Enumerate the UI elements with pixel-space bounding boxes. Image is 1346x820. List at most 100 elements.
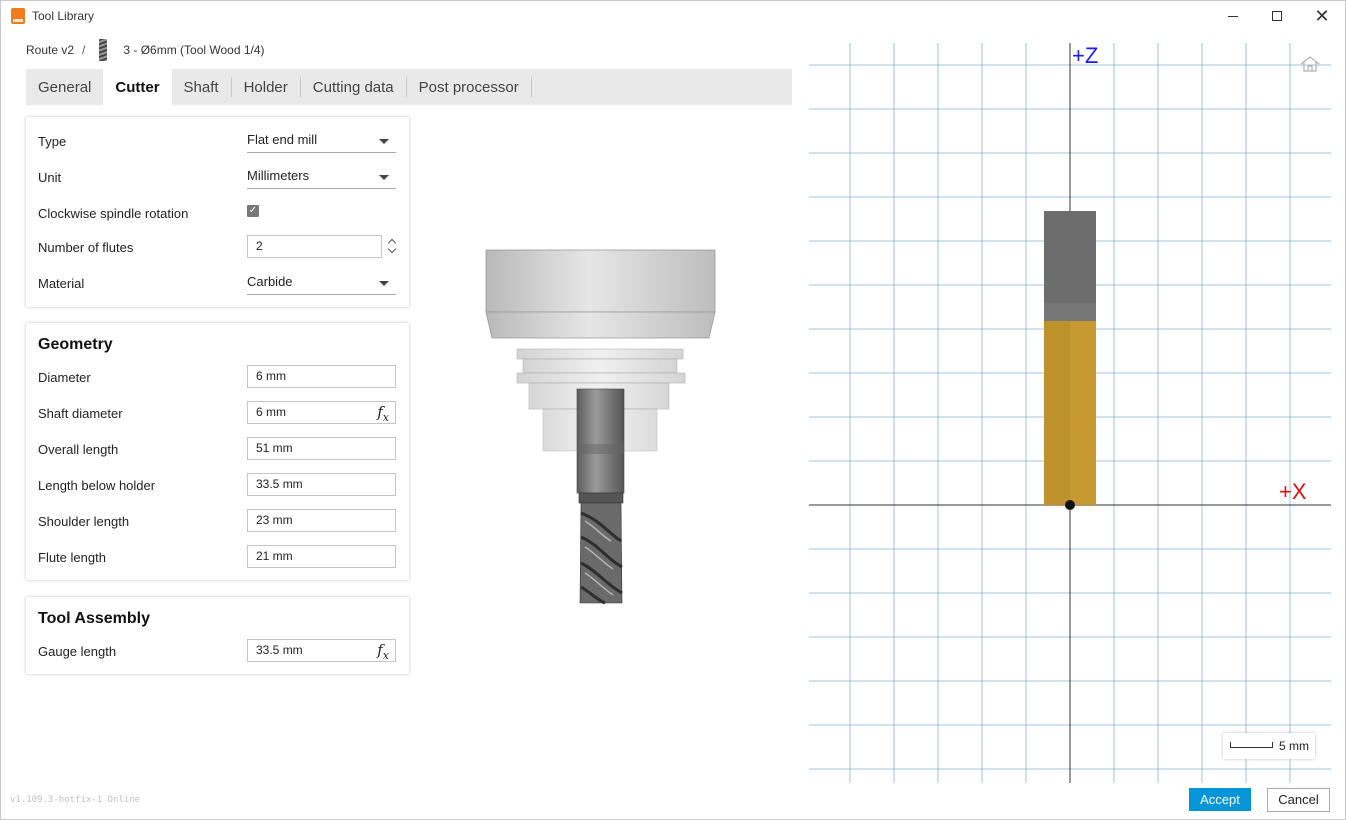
shaft-diameter-input[interactable]: 6 mm fx [247,401,396,424]
collet-ring-mid [522,358,678,374]
flutes-stepper[interactable] [387,235,398,259]
tool-shoulder [578,492,624,504]
breadcrumb: Route v2 / 3 - Ø6mm (Tool Wood 1/4) [26,39,265,61]
unit-label: Unit [38,170,62,185]
close-button[interactable]: ✕ [1299,1,1345,31]
scale-label: 5 mm [1279,739,1309,753]
flute-length-input[interactable]: 21 mm [247,545,396,568]
title-bar: Tool Library ✕ [1,1,1345,31]
tab-cutting-data[interactable]: Cutting data [301,69,406,105]
flutes-label: Number of flutes [38,240,134,255]
tab-general[interactable]: General [26,69,103,105]
breadcrumb-library[interactable]: Route v2 [26,43,74,57]
breadcrumb-separator: / [82,43,86,57]
gauge-length-input[interactable]: 33.5 mm fx [247,639,396,662]
tab-cutter[interactable]: Cutter [103,69,172,105]
clockwise-checkbox[interactable]: ✓ [247,205,259,217]
holder-body [485,249,716,313]
shoulder-length-input[interactable]: 23 mm [247,509,396,532]
minimize-icon [1228,15,1238,17]
flutes-row: Number of flutes 2 [26,235,409,259]
chevron-down-icon [379,281,389,286]
formula-x: x [382,411,389,424]
close-icon: ✕ [1314,5,1330,26]
tool-flute-shade [1044,321,1070,505]
tool-holder-render [485,249,716,605]
cutter-panel: Type Flat end mill Unit Millimeters Cloc… [26,117,409,307]
scale-indicator: 5 mm [1223,733,1315,759]
checkmark-icon: ✓ [248,205,258,216]
accept-button[interactable]: Accept [1189,788,1251,811]
length-below-holder-input[interactable]: 33.5 mm [247,473,396,496]
tool-origin-point [1065,500,1075,510]
gauge-length-row: Gauge length 33.5 mm fx [26,639,409,663]
shaft-diameter-label: Shaft diameter [38,406,123,421]
z-axis-label: +Z [1072,43,1098,68]
type-row: Type Flat end mill [26,129,409,153]
shoulder-length-label: Shoulder length [38,514,130,529]
assembly-title: Tool Assembly [38,610,151,627]
material-select[interactable]: Carbide [247,271,396,295]
flutes-input[interactable]: 2 [247,235,382,258]
tab-holder[interactable]: Holder [232,69,300,105]
overall-length-row: Overall length 51 mm [26,437,409,461]
material-label: Material [38,276,85,291]
geometry-panel: Geometry Diameter 6 mm Shaft diameter 6 … [26,323,409,580]
tool-neck [577,444,624,454]
type-value: Flat end mill [247,132,318,147]
home-view-icon[interactable] [1299,55,1321,73]
scale-bar [1230,742,1273,748]
holder-taper [485,311,716,339]
geometry-title: Geometry [38,336,113,353]
tab-shaft[interactable]: Shaft [172,69,231,105]
type-select[interactable]: Flat end mill [247,129,396,153]
tab-post-processor[interactable]: Post processor [407,69,531,105]
tool-preview-viewport[interactable]: +Z +X [809,43,1331,783]
diameter-input[interactable]: 6 mm [247,365,396,388]
flute-length-row: Flute length 21 mm [26,545,409,569]
tool-shoulder-preview [1044,303,1096,321]
type-label: Type [38,134,67,149]
shaft-diameter-row: Shaft diameter 6 mm fx [26,401,409,425]
overall-length-label: Overall length [38,442,119,457]
cancel-button[interactable]: Cancel [1267,788,1330,812]
fusion-app-icon [11,8,25,24]
maximize-icon [1272,11,1282,21]
formula-icon[interactable]: fx [377,641,389,662]
length-below-holder-label: Length below holder [38,478,156,493]
x-axis-label: +X [1279,479,1307,504]
overall-length-input[interactable]: 51 mm [247,437,396,460]
chevron-down-icon[interactable] [387,244,397,254]
collet-ring-top [516,348,684,360]
minimize-button[interactable] [1210,1,1256,31]
maximize-button[interactable] [1254,1,1300,31]
tab-divider [530,77,532,97]
chevron-down-icon [379,139,389,144]
tool-library-window: Tool Library ✕ Route v2 / 3 - Ø6mm (Tool… [0,0,1346,820]
window-title: Tool Library [32,9,95,23]
material-row: Material Carbide [26,271,409,295]
gauge-length-value: 33.5 mm [256,643,303,657]
assembly-panel: Tool Assembly Gauge length 33.5 mm fx [26,597,409,674]
flute-length-label: Flute length [38,550,106,565]
length-below-holder-row: Length below holder 33.5 mm [26,473,409,497]
diameter-row: Diameter 6 mm [26,365,409,389]
clockwise-label: Clockwise spindle rotation [38,206,189,221]
tool-shank [576,388,625,494]
unit-value: Millimeters [247,168,310,183]
gauge-length-label: Gauge length [38,644,117,659]
breadcrumb-tool: 3 - Ø6mm (Tool Wood 1/4) [123,43,265,57]
collet-ring-low [516,372,686,384]
formula-x: x [382,649,389,662]
unit-row: Unit Millimeters [26,165,409,189]
shoulder-length-row: Shoulder length 23 mm [26,509,409,533]
material-value: Carbide [247,274,293,289]
version-text: v1.109.3-hotfix-1 Online [10,795,141,805]
unit-select[interactable]: Millimeters [247,165,396,189]
shaft-diameter-value: 6 mm [256,405,286,419]
diameter-label: Diameter [38,370,91,385]
clockwise-row: Clockwise spindle rotation ✓ [26,201,409,225]
tab-bar: General Cutter Shaft Holder Cutting data… [26,69,792,105]
formula-icon[interactable]: fx [377,403,389,424]
end-mill-icon [99,39,108,61]
